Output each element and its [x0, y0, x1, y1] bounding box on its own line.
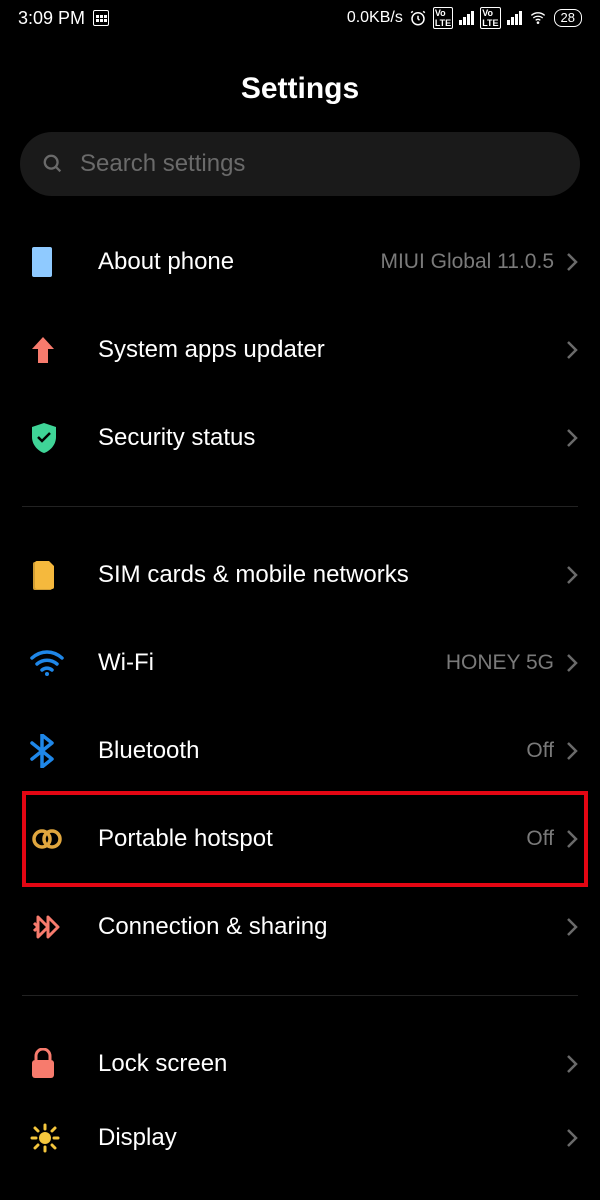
hotspot-icon — [30, 828, 64, 850]
row-display[interactable]: Display — [0, 1108, 600, 1168]
row-label: Security status — [98, 424, 566, 452]
volte-badge-2: VoLTE — [480, 7, 500, 29]
volte-badge-1: VoLTE — [433, 7, 453, 29]
arrow-up-icon — [30, 335, 56, 365]
row-label: System apps updater — [98, 336, 566, 364]
notification-dots-icon — [93, 10, 109, 26]
status-bar: 3:09 PM 0.0KB/s VoLTE VoLTE 28 — [0, 0, 600, 36]
chevron-right-icon — [566, 1054, 578, 1074]
chevron-right-icon — [566, 653, 578, 673]
row-system-updater[interactable]: System apps updater — [0, 306, 600, 394]
row-about-phone[interactable]: About phone MIUI Global 11.0.5 — [0, 218, 600, 306]
sim-icon — [30, 559, 58, 591]
row-value: MIUI Global 11.0.5 — [380, 250, 554, 274]
status-time: 3:09 PM — [18, 8, 85, 29]
row-value: Off — [526, 827, 554, 851]
alarm-icon — [409, 9, 427, 27]
settings-list: About phone MIUI Global 11.0.5 System ap… — [0, 218, 600, 1168]
section-divider — [22, 506, 578, 507]
page-title: Settings — [0, 72, 600, 106]
brightness-icon — [30, 1123, 60, 1153]
row-label: Portable hotspot — [98, 825, 526, 853]
search-icon — [42, 153, 64, 175]
wifi-status-icon — [528, 10, 548, 26]
net-speed: 0.0KB/s — [347, 9, 403, 27]
row-portable-hotspot[interactable]: Portable hotspot Off — [0, 795, 600, 883]
section-divider — [22, 995, 578, 996]
signal-icon-1 — [459, 11, 474, 25]
row-label: SIM cards & mobile networks — [98, 561, 566, 589]
battery-indicator: 28 — [554, 9, 582, 27]
row-label: Display — [98, 1124, 566, 1152]
row-bluetooth[interactable]: Bluetooth Off — [0, 707, 600, 795]
wifi-icon — [30, 650, 64, 676]
row-label: Bluetooth — [98, 737, 526, 765]
shield-check-icon — [30, 422, 58, 454]
search-bar[interactable] — [20, 132, 580, 196]
sharing-icon — [30, 913, 64, 941]
search-input[interactable] — [80, 150, 558, 178]
row-label: About phone — [98, 248, 380, 276]
row-value: Off — [526, 739, 554, 763]
row-label: Connection & sharing — [98, 913, 566, 941]
chevron-right-icon — [566, 565, 578, 585]
row-value: HONEY 5G — [446, 651, 554, 675]
chevron-right-icon — [566, 741, 578, 761]
row-label: Wi-Fi — [98, 649, 446, 677]
chevron-right-icon — [566, 1128, 578, 1148]
row-connection-sharing[interactable]: Connection & sharing — [0, 883, 600, 971]
chevron-right-icon — [566, 252, 578, 272]
row-label: Lock screen — [98, 1050, 566, 1078]
lock-icon — [30, 1048, 56, 1080]
chevron-right-icon — [566, 917, 578, 937]
row-wifi[interactable]: Wi-Fi HONEY 5G — [0, 619, 600, 707]
phone-icon — [30, 246, 54, 278]
signal-icon-2 — [507, 11, 522, 25]
row-security-status[interactable]: Security status — [0, 394, 600, 482]
row-lock-screen[interactable]: Lock screen — [0, 1020, 600, 1108]
bluetooth-icon — [30, 734, 54, 768]
chevron-right-icon — [566, 340, 578, 360]
row-sim-cards[interactable]: SIM cards & mobile networks — [0, 531, 600, 619]
chevron-right-icon — [566, 428, 578, 448]
chevron-right-icon — [566, 829, 578, 849]
